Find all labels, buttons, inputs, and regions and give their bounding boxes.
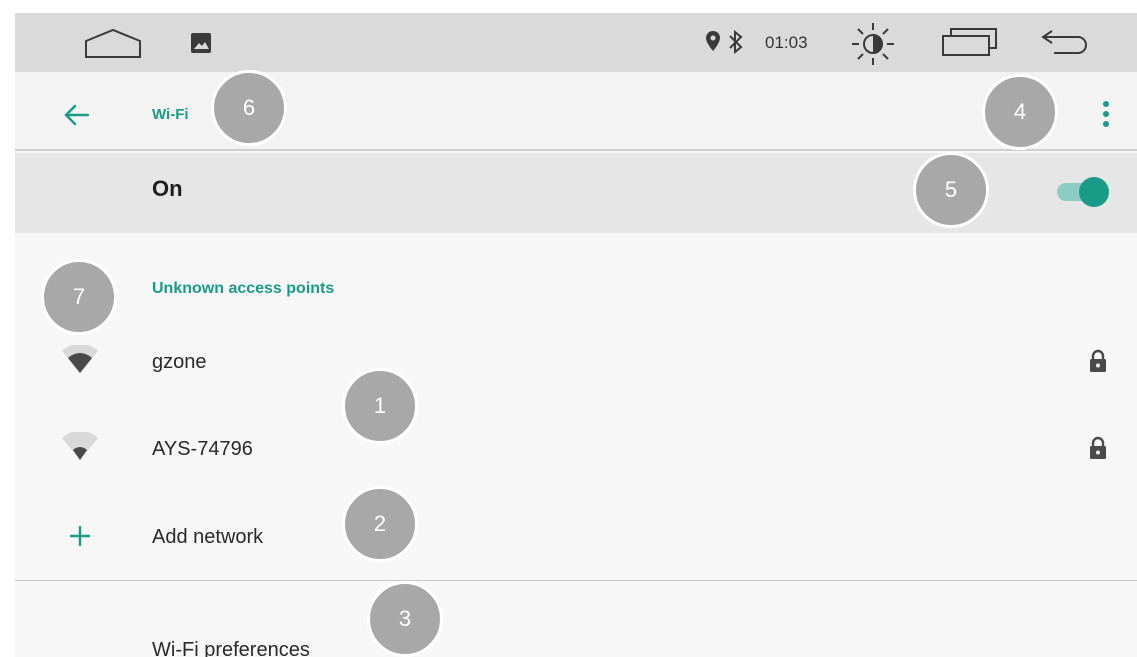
callout-marker: 2 (342, 486, 418, 562)
network-list-item[interactable]: gzone (15, 323, 1137, 403)
back-arrow-icon[interactable] (1040, 27, 1094, 62)
plus-icon (60, 521, 100, 551)
network-name: AYS-74796 (152, 438, 253, 460)
add-network-label: Add network (152, 526, 264, 548)
recents-icon[interactable] (941, 26, 999, 63)
wifi-toggle-switch[interactable] (1053, 175, 1113, 211)
home-outline-icon[interactable] (83, 27, 143, 64)
screen: 01:03 Wi-Fi On Unknown access points gzo… (0, 0, 1137, 657)
left-arrow-icon[interactable] (60, 98, 94, 132)
app-toolbar: Wi-Fi (15, 72, 1137, 151)
location-pin-icon (706, 31, 720, 56)
page-title: Wi-Fi (152, 106, 189, 123)
callout-marker: 3 (367, 581, 443, 657)
wifi-signal-icon (60, 430, 100, 462)
lock-icon (1088, 436, 1108, 460)
toggle-thumb (1079, 177, 1109, 207)
overflow-menu-icon[interactable] (1095, 96, 1117, 134)
callout-marker: 4 (982, 74, 1058, 150)
network-name: gzone (152, 351, 207, 373)
bluetooth-icon (728, 29, 744, 59)
wifi-signal-icon (60, 343, 100, 375)
wifi-settings-screen: 01:03 Wi-Fi On Unknown access points gzo… (15, 13, 1137, 657)
lock-icon (1088, 349, 1108, 373)
switch-label: On (152, 176, 183, 201)
picture-icon (190, 32, 212, 59)
callout-marker: 6 (211, 70, 287, 146)
clock: 01:03 (765, 33, 808, 52)
add-network-item[interactable]: Add network (15, 497, 1137, 577)
network-list-item[interactable]: AYS-74796 (15, 410, 1137, 490)
callout-marker: 7 (41, 259, 117, 335)
status-bar: 01:03 (15, 13, 1137, 72)
callout-marker: 5 (913, 152, 989, 228)
section-header-unknown-access-points: Unknown access points (152, 280, 335, 297)
list-divider (15, 580, 1137, 581)
callout-marker: 1 (342, 368, 418, 444)
wifi-preferences-item[interactable]: Wi-Fi preferences (152, 639, 310, 657)
brightness-icon[interactable] (850, 21, 896, 72)
